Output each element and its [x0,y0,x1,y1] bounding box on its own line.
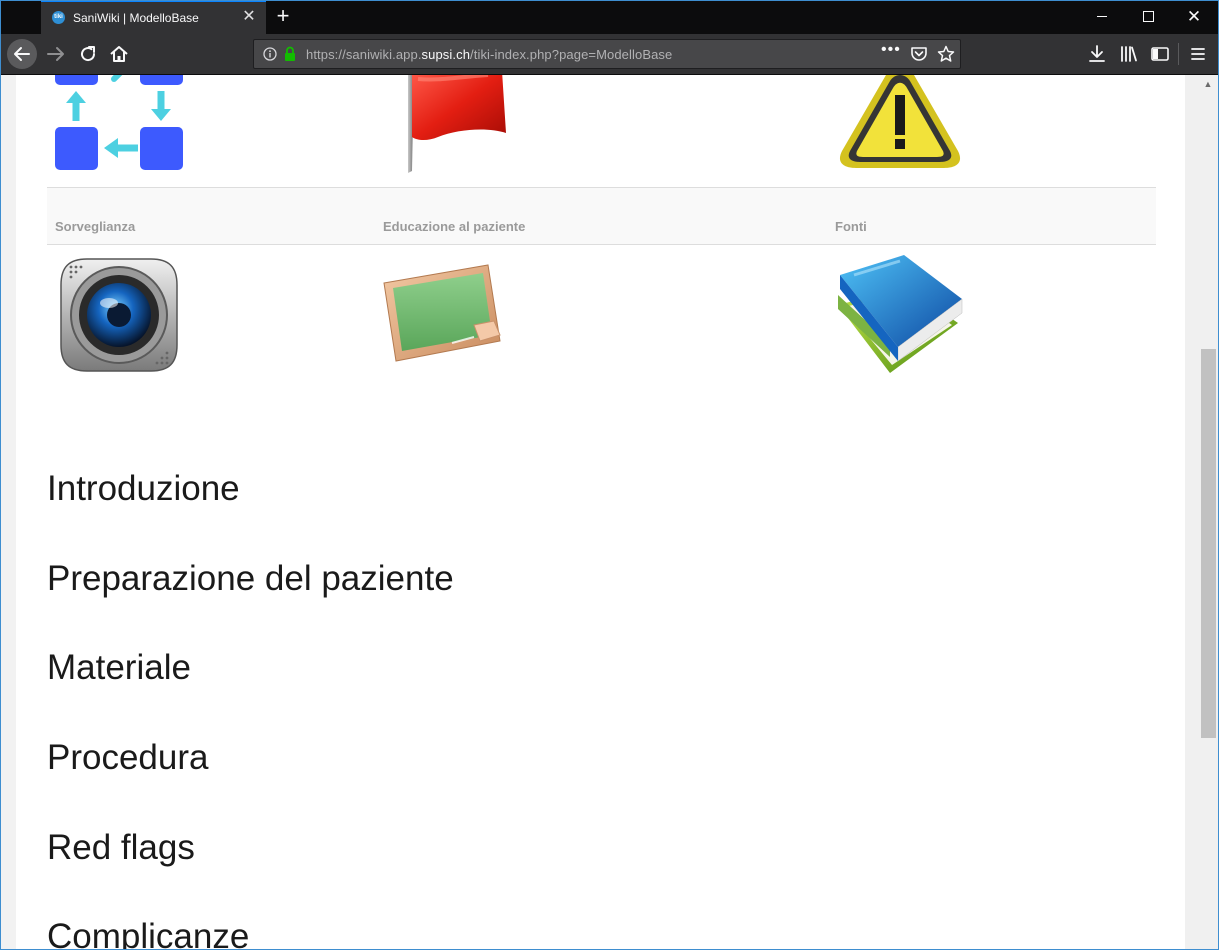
reload-icon[interactable] [76,42,100,66]
heading-materiale: Materiale [47,648,191,687]
star-icon[interactable] [937,45,955,63]
minimize-window-button[interactable] [1079,0,1125,34]
home-icon[interactable] [107,42,131,66]
toolbar-separator [1178,43,1179,65]
page-actions-more-icon[interactable]: ••• [881,41,901,59]
warning-icon[interactable] [838,75,962,169]
pocket-icon[interactable] [910,46,928,62]
heading-preparazione-paziente: Preparazione del paziente [47,559,454,598]
back-button[interactable] [7,39,37,69]
heading-introduzione: Introduzione [47,469,240,508]
books-icon[interactable] [834,253,966,377]
page-viewport[interactable]: Sorveglianza Educazione al paziente Font… [1,75,1185,949]
tab-strip: tiki SaniWiki | ModelloBase ✕ + ✕ [0,0,1219,34]
heading-complicanze: Complicanze [47,917,250,949]
label-sorveglianza[interactable]: Sorveglianza [55,219,135,234]
maximize-window-button[interactable] [1125,0,1171,34]
plus-icon[interactable]: + [272,4,294,28]
sidebar-icon[interactable] [1148,42,1172,66]
close-window-button[interactable]: ✕ [1171,0,1217,34]
close-icon[interactable]: ✕ [240,8,258,26]
info-icon[interactable] [263,47,277,61]
hamburger-menu-icon[interactable] [1186,42,1210,66]
process-cycle-icon[interactable] [54,75,186,179]
download-icon[interactable] [1085,42,1109,66]
chalkboard-icon[interactable] [382,263,512,367]
red-flag-icon[interactable] [398,75,508,176]
url-path: /tiki-index.php?page=ModelloBase [470,47,673,62]
label-fonti[interactable]: Fonti [835,219,867,234]
scroll-up-arrow-icon[interactable]: ▲ [1201,78,1215,90]
wiki-page: Sorveglianza Educazione al paziente Font… [16,75,1185,949]
label-educazione-paziente[interactable]: Educazione al paziente [383,219,525,234]
navigation-toolbar: https://saniwiki.app.supsi.ch/tiki-index… [0,34,1219,75]
icon-table-header-row: Sorveglianza Educazione al paziente Font… [47,188,1156,245]
lock-icon[interactable] [284,46,296,62]
url-host: supsi.ch [421,47,471,62]
url-text[interactable]: https://saniwiki.app.supsi.ch/tiki-index… [306,47,672,62]
url-prefix: https://saniwiki.app. [306,47,422,62]
url-bar[interactable]: https://saniwiki.app.supsi.ch/tiki-index… [253,39,961,69]
library-icon[interactable] [1117,42,1141,66]
arrow-right-icon[interactable] [44,42,68,66]
heading-procedura: Procedura [47,738,209,777]
camera-icon[interactable] [57,253,181,377]
tiki-favicon-icon: tiki [52,11,65,24]
tab-saniwiki[interactable]: tiki SaniWiki | ModelloBase ✕ [41,0,266,34]
arrow-left-icon [14,47,30,61]
scrollbar-thumb[interactable] [1201,349,1216,738]
tab-title: SaniWiki | ModelloBase [73,11,199,25]
heading-red-flags: Red flags [47,828,195,867]
